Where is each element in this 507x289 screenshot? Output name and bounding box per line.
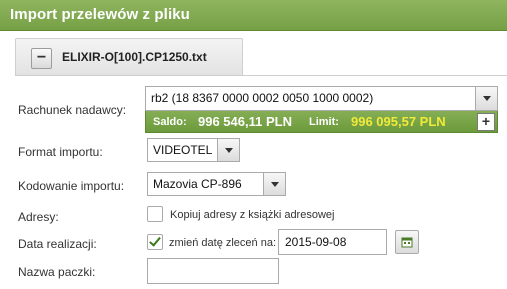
- calendar-icon: [401, 237, 413, 248]
- batch-name-label: Nazwa paczki:: [18, 265, 96, 279]
- chevron-down-icon[interactable]: [217, 139, 239, 161]
- batch-name-input[interactable]: [147, 258, 279, 284]
- page-title: Import przelewów z pliku: [10, 6, 190, 23]
- addresses-label: Adresy:: [18, 210, 59, 224]
- limit-label: Limit:: [309, 116, 339, 128]
- page-header: Import przelewów z pliku: [0, 0, 507, 31]
- copy-addresses-label: Kopiuj adresy z książki adresowej: [170, 209, 335, 221]
- execution-date-input[interactable]: 2015-09-08: [278, 229, 387, 255]
- import-encoding-select[interactable]: Mazovia CP-896: [147, 172, 286, 196]
- import-format-value: VIDEOTEL: [153, 143, 213, 157]
- saldo-value: 996 546,11 PLN: [198, 114, 292, 129]
- plus-icon[interactable]: +: [477, 113, 495, 131]
- execution-date-value: 2015-09-08: [285, 235, 347, 249]
- file-tab[interactable]: − ELIXIR-O[100].CP1250.txt: [15, 38, 243, 76]
- sender-account-select[interactable]: rb2 (18 8367 0000 0002 0050 1000 0002): [145, 86, 498, 111]
- change-date-label: zmień datę zleceń na:: [169, 237, 277, 249]
- copy-addresses-checkbox[interactable]: [147, 206, 163, 222]
- sender-account-value: rb2 (18 8367 0000 0002 0050 1000 0002): [151, 91, 374, 105]
- checkmark-icon: [149, 234, 161, 247]
- execution-date-label: Data realizacji:: [18, 237, 97, 251]
- calendar-button[interactable]: [395, 230, 419, 254]
- chevron-down-icon[interactable]: [263, 173, 285, 195]
- import-encoding-label: Kodowanie importu:: [18, 179, 125, 193]
- import-encoding-value: Mazovia CP-896: [153, 177, 242, 191]
- balance-bar: Saldo: 996 546,11 PLN Limit: 996 095,57 …: [145, 111, 498, 133]
- file-name: ELIXIR-O[100].CP1250.txt: [62, 50, 207, 64]
- divider: [15, 75, 507, 76]
- collapse-button[interactable]: −: [31, 48, 52, 69]
- saldo-label: Saldo:: [153, 116, 187, 128]
- import-format-select[interactable]: VIDEOTEL: [147, 138, 240, 162]
- limit-value: 996 095,57 PLN: [351, 114, 446, 129]
- import-format-label: Format importu:: [18, 145, 103, 159]
- chevron-down-icon[interactable]: [475, 87, 497, 110]
- sender-account-label: Rachunek nadawcy:: [18, 103, 127, 117]
- change-date-checkbox[interactable]: [147, 234, 163, 250]
